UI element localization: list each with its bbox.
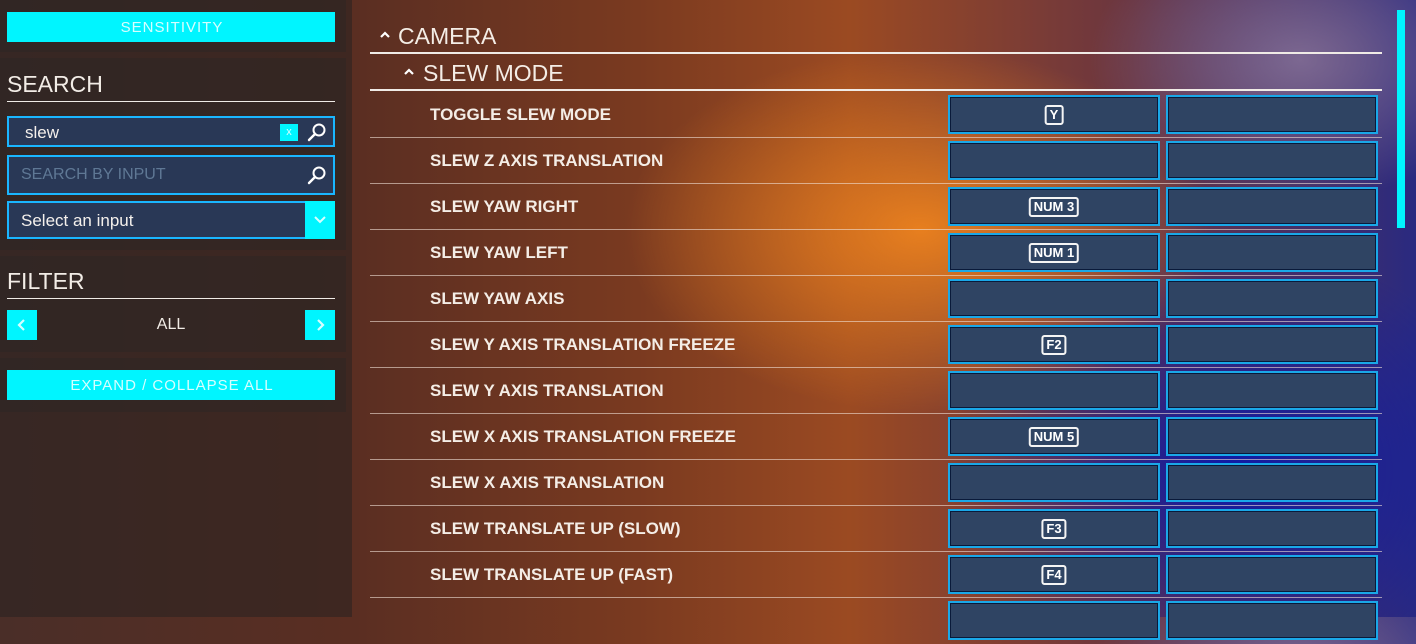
primary-binding-slot[interactable] xyxy=(948,371,1160,410)
category-label: CAMERA xyxy=(398,23,497,49)
sensitivity-button[interactable]: SENSITIVITY xyxy=(7,12,335,42)
subcategory-label: SLEW MODE xyxy=(423,60,564,86)
binding-name: SLEW YAW AXIS xyxy=(430,289,565,308)
binding-name: SLEW Z AXIS TRANSLATION xyxy=(430,151,664,170)
secondary-binding-slot[interactable] xyxy=(1166,463,1378,502)
primary-binding-slot[interactable] xyxy=(948,141,1160,180)
binding-name: SLEW TRANSLATE UP (SLOW) xyxy=(430,519,681,538)
sensitivity-panel: SENSITIVITY xyxy=(0,0,346,52)
binding-name: SLEW X AXIS TRANSLATION FREEZE xyxy=(430,427,737,446)
binding-name: SLEW X AXIS TRANSLATION xyxy=(430,473,665,492)
scrollbar-thumb[interactable] xyxy=(1397,10,1405,228)
primary-binding-slot[interactable]: F4 xyxy=(948,555,1160,594)
key-label: F3 xyxy=(1041,518,1067,539)
binding-row[interactable]: SLEW Y AXIS TRANSLATION xyxy=(370,368,1382,414)
subcategory-divider xyxy=(370,89,1382,91)
primary-binding-slot[interactable] xyxy=(948,279,1160,318)
chevron-down-icon xyxy=(314,216,326,224)
subcategory-header-slew-mode[interactable]: SLEW MODE xyxy=(370,55,1382,91)
search-by-input-placeholder: SEARCH BY INPUT xyxy=(21,166,166,183)
bindings-list: CAMERA SLEW MODE TOGGLE SLEW MODE Y SLEW Z… xyxy=(370,0,1382,640)
select-input-dropdown[interactable]: Select an input xyxy=(7,201,335,239)
key-label: Y xyxy=(1044,104,1064,125)
binding-row[interactable]: TOGGLE SLEW MODE Y xyxy=(370,92,1382,138)
filter-prev-button[interactable] xyxy=(7,310,37,340)
binding-row[interactable]: SLEW X AXIS TRANSLATION FREEZE NUM 5 xyxy=(370,414,1382,460)
binding-name: TOGGLE SLEW MODE xyxy=(430,105,612,124)
secondary-binding-slot[interactable] xyxy=(1166,509,1378,548)
binding-name: SLEW Y AXIS TRANSLATION xyxy=(430,381,664,400)
key-label: F4 xyxy=(1041,564,1067,585)
binding-name: SLEW Y AXIS TRANSLATION FREEZE xyxy=(430,335,736,354)
secondary-binding-slot[interactable] xyxy=(1166,555,1378,594)
secondary-binding-slot[interactable] xyxy=(1166,371,1378,410)
primary-binding-slot[interactable] xyxy=(948,463,1160,502)
primary-binding-slot[interactable] xyxy=(948,601,1160,640)
key-label: NUM 1 xyxy=(1028,242,1080,263)
expand-panel: EXPAND / COLLAPSE ALL xyxy=(0,358,346,412)
key-label: F2 xyxy=(1041,334,1067,355)
caret-up-icon xyxy=(404,68,414,75)
search-input-value: slew xyxy=(25,123,60,142)
sidebar: SENSITIVITY SEARCH slew x SEARCH BY INPU… xyxy=(0,0,352,617)
primary-binding-slot[interactable]: Y xyxy=(948,95,1160,134)
secondary-binding-slot[interactable] xyxy=(1166,141,1378,180)
key-label: NUM 5 xyxy=(1028,426,1080,447)
secondary-binding-slot[interactable] xyxy=(1166,95,1378,134)
dropdown-toggle[interactable] xyxy=(305,201,335,239)
expand-collapse-all-button[interactable]: EXPAND / COLLAPSE ALL xyxy=(7,370,335,400)
binding-name: SLEW TRANSLATE UP (FAST) xyxy=(430,565,674,584)
primary-binding-slot[interactable]: NUM 1 xyxy=(948,233,1160,272)
chevron-left-icon xyxy=(17,319,25,331)
binding-name: SLEW YAW LEFT xyxy=(430,243,568,262)
secondary-binding-slot[interactable] xyxy=(1166,187,1378,226)
secondary-binding-slot[interactable] xyxy=(1166,325,1378,364)
caret-up-icon xyxy=(380,31,390,38)
category-divider xyxy=(370,52,1382,54)
search-divider xyxy=(7,101,335,102)
filter-value: ALL xyxy=(156,316,186,333)
filter-title: FILTER xyxy=(7,268,85,294)
filter-divider xyxy=(7,298,335,299)
binding-row[interactable]: SLEW YAW LEFT NUM 1 xyxy=(370,230,1382,276)
binding-row[interactable]: SLEW X AXIS TRANSLATION xyxy=(370,460,1382,506)
binding-row[interactable]: SLEW Z AXIS TRANSLATION xyxy=(370,138,1382,184)
search-input[interactable]: slew x xyxy=(7,116,335,147)
binding-row[interactable]: SLEW Y AXIS TRANSLATION FREEZE F2 xyxy=(370,322,1382,368)
primary-binding-slot[interactable]: NUM 3 xyxy=(948,187,1160,226)
binding-row[interactable]: SLEW YAW AXIS xyxy=(370,276,1382,322)
binding-name: SLEW YAW RIGHT xyxy=(430,197,579,216)
search-by-input-field[interactable]: SEARCH BY INPUT xyxy=(7,155,335,195)
binding-row[interactable]: SLEW YAW RIGHT NUM 3 xyxy=(370,184,1382,230)
filter-next-button[interactable] xyxy=(305,310,335,340)
primary-binding-slot[interactable]: F2 xyxy=(948,325,1160,364)
secondary-binding-slot[interactable] xyxy=(1166,417,1378,456)
category-header-camera[interactable]: CAMERA xyxy=(370,18,1382,54)
secondary-binding-slot[interactable] xyxy=(1166,279,1378,318)
primary-binding-slot[interactable]: NUM 5 xyxy=(948,417,1160,456)
search-icon[interactable] xyxy=(307,165,327,185)
search-icon[interactable] xyxy=(307,122,327,142)
secondary-binding-slot[interactable] xyxy=(1166,233,1378,272)
secondary-binding-slot[interactable] xyxy=(1166,601,1378,640)
search-title: SEARCH xyxy=(7,71,103,97)
chevron-right-icon xyxy=(317,319,325,331)
binding-row-partial xyxy=(370,598,1382,644)
key-label: NUM 3 xyxy=(1028,196,1080,217)
binding-row[interactable]: SLEW TRANSLATE UP (SLOW) F3 xyxy=(370,506,1382,552)
primary-binding-slot[interactable]: F3 xyxy=(948,509,1160,548)
clear-search-button[interactable]: x xyxy=(280,124,298,141)
select-input-value: Select an input xyxy=(21,211,134,230)
binding-row[interactable]: SLEW TRANSLATE UP (FAST) F4 xyxy=(370,552,1382,598)
